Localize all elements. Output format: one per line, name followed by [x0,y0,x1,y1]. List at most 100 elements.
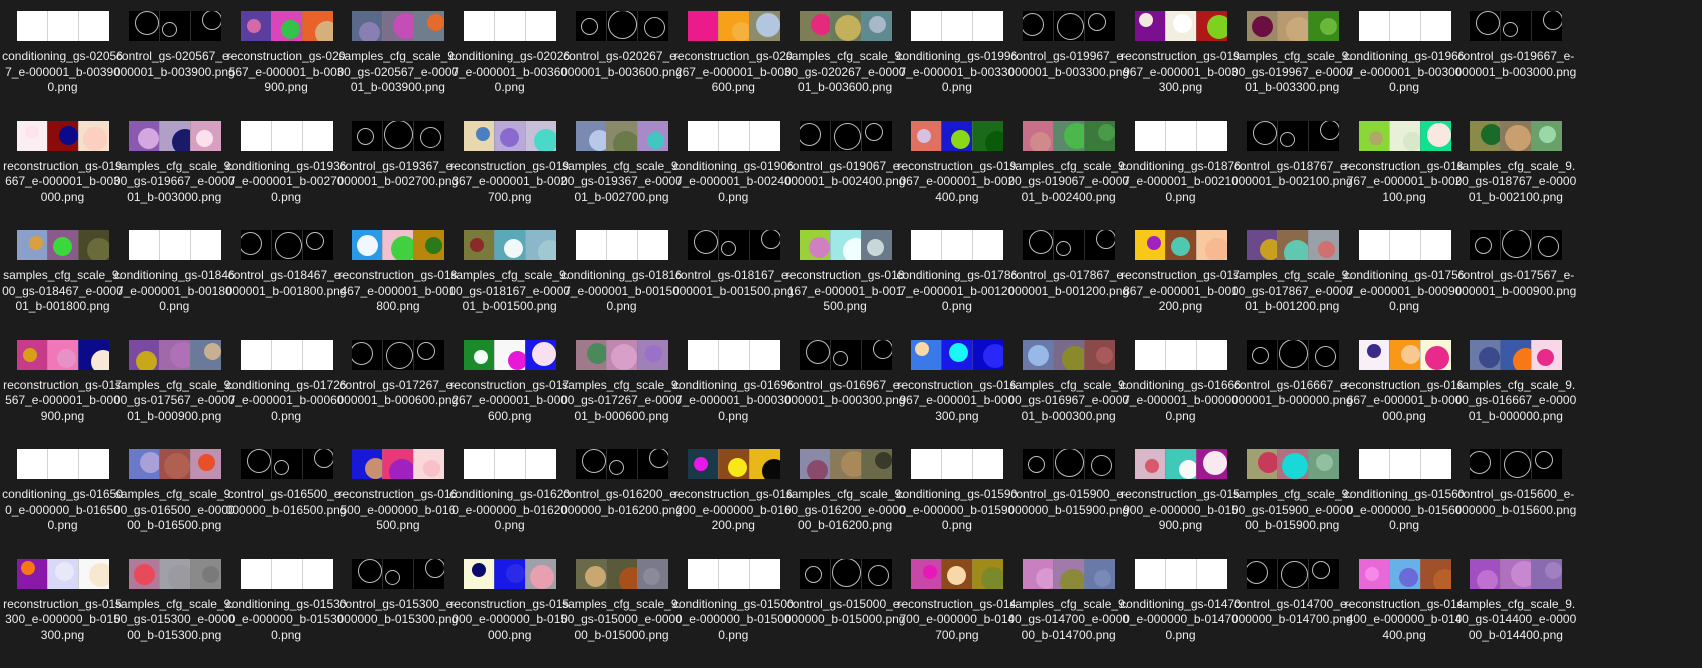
circle-shape [1481,123,1501,145]
circle-outline [358,558,383,583]
thumbnail-panel [972,11,1004,41]
thumbnail-panel [637,558,668,589]
file-name: reconstruction_gs-017267_e-000001_b-0006… [450,377,570,423]
file-name: conditioning_gs-019967_e-000001_b-003300… [896,49,1018,94]
circle-outline [1057,13,1085,40]
thumbnail-panel [17,11,47,41]
thumbnail-panel [1531,339,1563,370]
thumbnail-panel [748,230,780,260]
thumbnail-panel [525,558,557,589]
file-name: control_gs-017567_e-000001_b-000900.png [1455,268,1577,298]
circle-outline [240,232,262,255]
thumbnail-panel [637,120,668,151]
thumbnail-panel [687,339,718,370]
thumbnail-panel [47,339,78,370]
file-thumbnail [1135,339,1227,370]
thumbnail-panel [1500,339,1532,370]
file-name: samples_cfg_scale_9.00_gs-014400_e-00000… [1455,596,1577,642]
circle-shape [171,128,190,151]
thumbnail-panel [47,230,78,260]
circle-outline [161,22,177,37]
file-name: control_gs-020567_e-000001_b-003900.png [113,49,235,79]
thumbnail-panel [78,558,109,589]
circle-shape [21,560,35,575]
circle-shape [842,238,861,260]
thumbnail-panel [972,558,1004,589]
circle-shape [727,458,747,477]
thumbnail-panel [464,11,495,41]
thumbnail-panel [748,558,780,589]
circle-shape [585,565,606,587]
thumbnail-panel [1053,339,1085,370]
circle-shape [874,452,892,469]
file-name: control_gs-018167_e-000001_b-001500.png [672,268,794,298]
thumbnail-panel [1388,230,1420,260]
file-name: reconstruction_gs-019667_e-000001_b-0030… [3,158,122,204]
file-thumbnail [1023,230,1116,260]
thumbnail-panel [158,230,190,260]
thumbnail-panel [17,339,47,370]
circle-outline [1535,451,1554,469]
file-name: samples_cfg_scale_9.00_gs-016500_e-00000… [113,487,235,532]
thumbnail-panel [748,11,780,41]
file-name: control_gs-015000_e-000000_b-015000.png [784,596,906,627]
file-thumbnail [576,449,668,479]
file-name: conditioning_gs-018767_e-000001_b-002100… [1120,158,1241,204]
thumbnail-panel [972,449,1004,479]
thumbnail-panel [1084,120,1116,151]
circle-outline [1538,236,1560,257]
circle-shape [755,13,780,37]
circle-shape [1062,345,1085,370]
circle-shape [538,240,557,260]
thumbnail-panel [1165,11,1196,41]
file-thumbnail [1470,11,1563,41]
circle-shape [59,125,78,145]
file-name: control_gs-019667_e-000001_b-003000.png [1455,49,1577,79]
circle-shape [195,129,213,147]
circle-outline [1096,230,1116,249]
file-thumbnail [128,11,221,41]
file-name: control_gs-016200_e-000000_b-016200.png [561,487,682,517]
file-name: reconstruction_gs-016967_e-000001_b-0003… [897,377,1017,423]
file-thumbnail [799,120,892,151]
circle-shape [947,565,967,585]
circle-shape [500,127,520,147]
file-thumbnail [576,11,668,41]
file-name: reconstruction_gs-019967_e-000001_b-0033… [1121,49,1240,94]
thumbnail-panel [1196,11,1227,41]
file-thumbnail [1358,558,1451,589]
thumbnail-panel [1276,449,1308,479]
thumbnail-panel [576,339,606,370]
thumbnail-panel [78,11,109,41]
thumbnail-panel [1135,230,1165,260]
file-name: samples_cfg_scale_9.00_gs-018767_e-00000… [1455,158,1577,204]
file-thumbnail [799,11,892,41]
thumbnail-panel [1023,230,1054,260]
circle-outline [581,18,598,35]
file-name: reconstruction_gs-016500_e-000000_b-0165… [338,487,458,532]
circle-shape [1098,123,1116,141]
thumbnail-panel [1307,558,1339,589]
thumbnail-panel [494,230,526,260]
file-name: reconstruction_gs-019367_e-000001_b-0027… [450,158,570,204]
circle-outline [1504,451,1532,478]
thumbnail-panel [1165,120,1196,151]
thumbnail-panel [78,230,109,260]
thumbnail-panel [1165,230,1196,260]
circle-outline [357,127,375,145]
circle-shape [506,563,526,583]
thumbnail-panel [494,449,526,479]
file-thumbnail [911,449,1004,479]
thumbnail-panel [1196,449,1227,479]
file-thumbnail [464,558,557,589]
thumbnail-panel [464,558,495,589]
file-name: control_gs-019367_e-000001_b-002700.png [337,158,459,189]
thumbnail-panel [637,449,668,479]
circle-outline [385,569,401,585]
thumbnail-panel [911,339,942,370]
file-thumbnail [240,230,333,260]
thumbnail-panel [941,120,973,151]
circle-shape [1064,122,1085,149]
circle-shape [530,564,555,589]
file-thumbnail [1135,558,1227,589]
